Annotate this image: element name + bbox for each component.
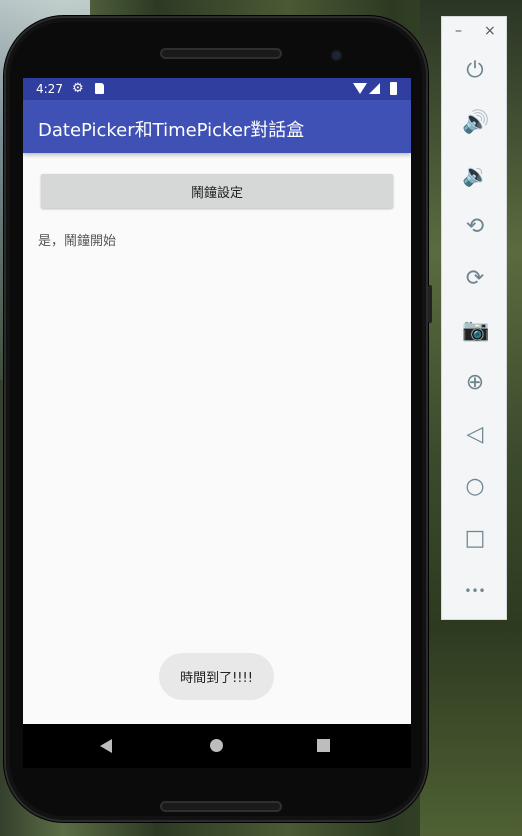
home-icon[interactable]: ○ bbox=[462, 474, 488, 500]
alarm-status-text: 是，鬧鐘開始 bbox=[38, 234, 117, 249]
status-bar: 4:27 ⚙ bbox=[23, 78, 411, 100]
battery-icon bbox=[390, 82, 397, 95]
volume-up-icon[interactable]: 🔊 bbox=[462, 110, 489, 136]
top-speaker bbox=[160, 48, 282, 59]
power-icon[interactable]: ⏻ bbox=[462, 58, 488, 84]
alarm-settings-button[interactable]: 鬧鐘設定 bbox=[41, 174, 393, 208]
zoom-icon[interactable]: ⊕ bbox=[462, 370, 488, 396]
toast-text: 時間到了!!!! bbox=[180, 671, 253, 686]
camera-icon[interactable]: 📷 bbox=[462, 318, 489, 344]
volume-down-icon[interactable]: 🔉 bbox=[462, 163, 489, 189]
signal-icon bbox=[369, 83, 380, 94]
nav-back-icon[interactable] bbox=[100, 739, 112, 753]
emulator-toolbar: – × ⏻ 🔊 🔉 ⟲ ⟳ 📷 ⊕ ◁ ○ □ ••• bbox=[441, 16, 507, 620]
close-button[interactable]: × bbox=[484, 23, 496, 39]
sd-card-icon bbox=[95, 83, 104, 94]
back-icon[interactable]: ◁ bbox=[462, 422, 488, 448]
nav-home-icon[interactable] bbox=[210, 739, 223, 752]
minimize-button[interactable]: – bbox=[455, 23, 462, 39]
overview-icon[interactable]: □ bbox=[462, 526, 488, 552]
more-icon[interactable]: ••• bbox=[462, 578, 488, 604]
app-bar: DatePicker和TimePicker對話盒 bbox=[23, 100, 411, 153]
rotate-right-icon[interactable]: ⟳ bbox=[462, 266, 488, 292]
navigation-bar bbox=[23, 724, 411, 768]
front-camera bbox=[332, 51, 341, 60]
app-title: DatePicker和TimePicker對話盒 bbox=[38, 120, 305, 141]
status-time: 4:27 bbox=[36, 82, 63, 96]
bottom-speaker bbox=[160, 801, 282, 812]
toast-message: 時間到了!!!! bbox=[159, 653, 274, 700]
settings-icon: ⚙ bbox=[72, 81, 84, 96]
wifi-icon bbox=[353, 83, 367, 94]
rotate-left-icon[interactable]: ⟲ bbox=[462, 214, 488, 240]
nav-recents-icon[interactable] bbox=[317, 739, 330, 752]
side-button[interactable] bbox=[428, 285, 432, 323]
device-screen: 4:27 ⚙ DatePicker和TimePicker對話盒 鬧鐘設定 是，鬧… bbox=[23, 78, 411, 768]
